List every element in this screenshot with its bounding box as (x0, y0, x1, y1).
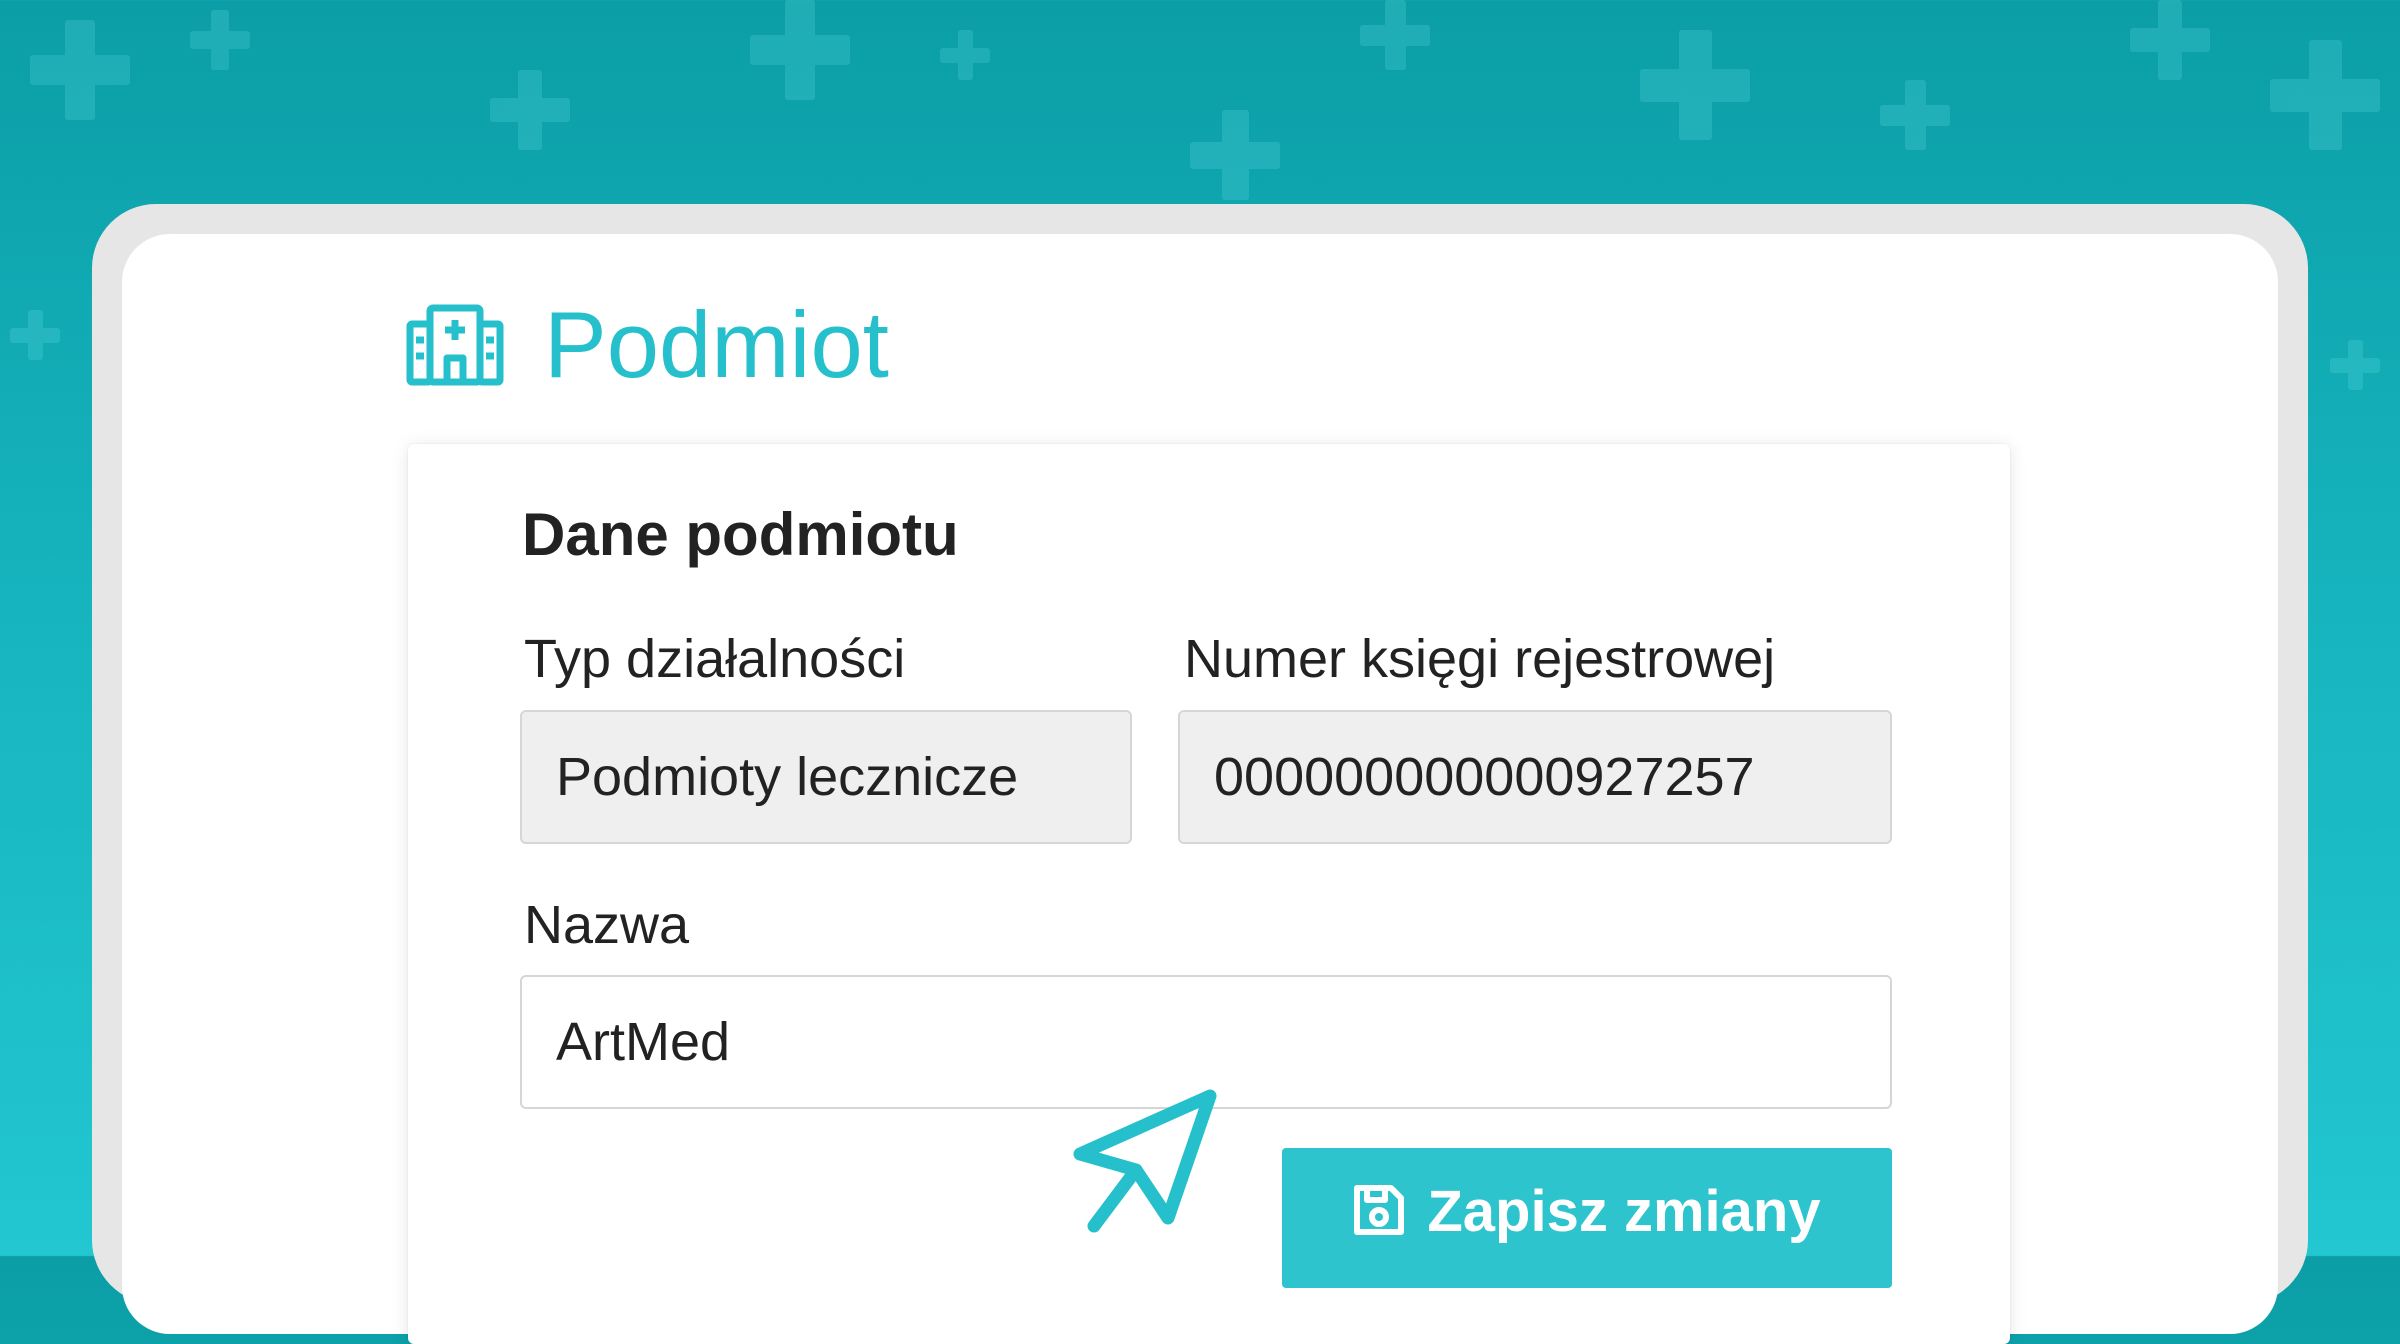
name-label: Nazwa (524, 895, 690, 955)
registry-number-label: Numer księgi rejestrowej (1184, 629, 1776, 689)
page-title: Podmiot (544, 292, 889, 397)
medical-cross-icon (30, 20, 130, 120)
medical-cross-icon (940, 30, 990, 80)
medical-cross-icon (2330, 340, 2380, 390)
registry-number-field[interactable]: 000000000000927257 (1178, 710, 1892, 844)
medical-cross-icon (2270, 40, 2380, 150)
medical-cross-icon (1360, 0, 1430, 70)
business-type-field[interactable]: Podmioty lecznicze (520, 710, 1132, 844)
medical-cross-icon (750, 0, 850, 100)
page-header: Podmiot (406, 298, 889, 392)
save-changes-button[interactable]: Zapisz zmiany (1282, 1148, 1892, 1288)
medical-cross-icon (490, 70, 570, 150)
floppy-disk-icon (1354, 1185, 1405, 1235)
medical-cross-icon (1880, 80, 1950, 150)
medical-cross-icon (1190, 110, 1280, 200)
medical-cross-icon (10, 310, 60, 360)
business-type-label: Typ działalności (524, 629, 906, 689)
medical-cross-icon (2130, 0, 2210, 80)
save-button-label: Zapisz zmiany (1427, 1179, 1821, 1244)
hospital-icon (406, 304, 504, 386)
medical-cross-icon (1640, 30, 1750, 140)
medical-cross-icon (190, 10, 250, 70)
section-title: Dane podmiotu (522, 501, 959, 568)
pointer-arrow-icon (1073, 1089, 1217, 1233)
